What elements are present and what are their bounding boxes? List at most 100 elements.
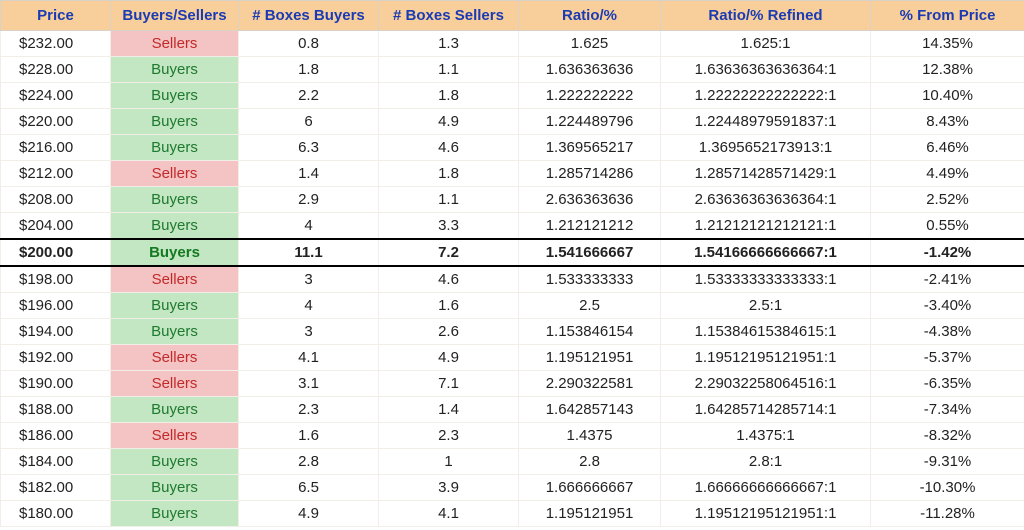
header-boxes-buyers[interactable]: # Boxes Buyers <box>239 1 379 31</box>
table-row[interactable]: $224.00Buyers2.21.81.2222222221.22222222… <box>1 83 1024 109</box>
cell-boxes-sellers: 1.6 <box>379 293 519 319</box>
header-buyers-sellers[interactable]: Buyers/Sellers <box>111 1 239 31</box>
cell-price: $196.00 <box>1 293 111 319</box>
header-boxes-sellers[interactable]: # Boxes Sellers <box>379 1 519 31</box>
cell-from-price: 12.38% <box>871 57 1024 83</box>
cell-ratio-refined: 1.66666666666667:1 <box>661 475 871 501</box>
cell-from-price: -4.38% <box>871 319 1024 345</box>
header-ratio-refined[interactable]: Ratio/% Refined <box>661 1 871 31</box>
cell-boxes-sellers: 1 <box>379 449 519 475</box>
cell-price: $200.00 <box>1 239 111 266</box>
cell-boxes-sellers: 2.6 <box>379 319 519 345</box>
cell-boxes-buyers: 3 <box>239 319 379 345</box>
cell-ratio-refined: 1.21212121212121:1 <box>661 213 871 240</box>
cell-ratio-refined: 1.22222222222222:1 <box>661 83 871 109</box>
cell-boxes-buyers: 6 <box>239 109 379 135</box>
cell-ratio: 1.636363636 <box>519 57 661 83</box>
table-row[interactable]: $216.00Buyers6.34.61.3695652171.36956521… <box>1 135 1024 161</box>
cell-boxes-sellers: 1.3 <box>379 31 519 57</box>
cell-ratio-refined: 1.4375:1 <box>661 423 871 449</box>
cell-price: $232.00 <box>1 31 111 57</box>
cell-side: Sellers <box>111 371 239 397</box>
table-row[interactable]: $232.00Sellers0.81.31.6251.625:114.35% <box>1 31 1024 57</box>
cell-ratio: 1.369565217 <box>519 135 661 161</box>
cell-from-price: 14.35% <box>871 31 1024 57</box>
cell-ratio-refined: 2.29032258064516:1 <box>661 371 871 397</box>
cell-boxes-sellers: 4.9 <box>379 109 519 135</box>
cell-ratio: 1.541666667 <box>519 239 661 266</box>
cell-ratio: 1.4375 <box>519 423 661 449</box>
cell-side: Sellers <box>111 31 239 57</box>
cell-ratio: 1.642857143 <box>519 397 661 423</box>
table-row[interactable]: $208.00Buyers2.91.12.6363636362.63636363… <box>1 187 1024 213</box>
price-table: Price Buyers/Sellers # Boxes Buyers # Bo… <box>0 0 1024 527</box>
cell-price: $180.00 <box>1 501 111 527</box>
cell-ratio: 1.224489796 <box>519 109 661 135</box>
cell-boxes-buyers: 6.5 <box>239 475 379 501</box>
cell-price: $184.00 <box>1 449 111 475</box>
table-row[interactable]: $182.00Buyers6.53.91.6666666671.66666666… <box>1 475 1024 501</box>
cell-boxes-buyers: 11.1 <box>239 239 379 266</box>
table-row[interactable]: $220.00Buyers64.91.2244897961.2244897959… <box>1 109 1024 135</box>
cell-boxes-buyers: 6.3 <box>239 135 379 161</box>
cell-from-price: -6.35% <box>871 371 1024 397</box>
cell-price: $228.00 <box>1 57 111 83</box>
cell-from-price: 4.49% <box>871 161 1024 187</box>
cell-side: Buyers <box>111 239 239 266</box>
cell-price: $198.00 <box>1 266 111 293</box>
table-row[interactable]: $186.00Sellers1.62.31.43751.4375:1-8.32% <box>1 423 1024 449</box>
cell-boxes-sellers: 3.3 <box>379 213 519 240</box>
cell-boxes-sellers: 4.6 <box>379 135 519 161</box>
table-row[interactable]: $194.00Buyers32.61.1538461541.1538461538… <box>1 319 1024 345</box>
cell-price: $192.00 <box>1 345 111 371</box>
cell-ratio-refined: 1.54166666666667:1 <box>661 239 871 266</box>
cell-ratio: 1.625 <box>519 31 661 57</box>
cell-price: $224.00 <box>1 83 111 109</box>
cell-boxes-buyers: 4.1 <box>239 345 379 371</box>
table-row[interactable]: $204.00Buyers43.31.2121212121.2121212121… <box>1 213 1024 240</box>
cell-from-price: -3.40% <box>871 293 1024 319</box>
cell-boxes-buyers: 2.9 <box>239 187 379 213</box>
table-row[interactable]: $196.00Buyers41.62.52.5:1-3.40% <box>1 293 1024 319</box>
cell-boxes-buyers: 4 <box>239 213 379 240</box>
cell-ratio: 1.153846154 <box>519 319 661 345</box>
table-row[interactable]: $188.00Buyers2.31.41.6428571431.64285714… <box>1 397 1024 423</box>
cell-ratio-refined: 1.53333333333333:1 <box>661 266 871 293</box>
table-row[interactable]: $184.00Buyers2.812.82.8:1-9.31% <box>1 449 1024 475</box>
table-row[interactable]: $200.00Buyers11.17.21.5416666671.5416666… <box>1 239 1024 266</box>
cell-ratio: 2.8 <box>519 449 661 475</box>
cell-ratio: 1.195121951 <box>519 501 661 527</box>
table-row[interactable]: $198.00Sellers34.61.5333333331.533333333… <box>1 266 1024 293</box>
cell-from-price: -7.34% <box>871 397 1024 423</box>
cell-side: Buyers <box>111 293 239 319</box>
cell-side: Buyers <box>111 109 239 135</box>
cell-from-price: 0.55% <box>871 213 1024 240</box>
cell-side: Sellers <box>111 161 239 187</box>
cell-boxes-buyers: 2.2 <box>239 83 379 109</box>
header-from-price[interactable]: % From Price <box>871 1 1024 31</box>
cell-ratio: 1.666666667 <box>519 475 661 501</box>
table-row[interactable]: $212.00Sellers1.41.81.2857142861.2857142… <box>1 161 1024 187</box>
table-header: Price Buyers/Sellers # Boxes Buyers # Bo… <box>1 1 1024 31</box>
cell-side: Buyers <box>111 57 239 83</box>
table-row[interactable]: $228.00Buyers1.81.11.6363636361.63636363… <box>1 57 1024 83</box>
table-row[interactable]: $192.00Sellers4.14.91.1951219511.1951219… <box>1 345 1024 371</box>
cell-boxes-sellers: 1.8 <box>379 83 519 109</box>
cell-ratio-refined: 2.5:1 <box>661 293 871 319</box>
cell-from-price: -9.31% <box>871 449 1024 475</box>
cell-boxes-sellers: 2.3 <box>379 423 519 449</box>
cell-from-price: 6.46% <box>871 135 1024 161</box>
cell-ratio-refined: 1.625:1 <box>661 31 871 57</box>
cell-ratio-refined: 1.19512195121951:1 <box>661 345 871 371</box>
header-price[interactable]: Price <box>1 1 111 31</box>
cell-boxes-buyers: 1.4 <box>239 161 379 187</box>
cell-ratio: 1.285714286 <box>519 161 661 187</box>
cell-boxes-buyers: 1.8 <box>239 57 379 83</box>
cell-boxes-buyers: 2.3 <box>239 397 379 423</box>
cell-boxes-buyers: 3.1 <box>239 371 379 397</box>
cell-from-price: 8.43% <box>871 109 1024 135</box>
table-row[interactable]: $190.00Sellers3.17.12.2903225812.2903225… <box>1 371 1024 397</box>
table-row[interactable]: $180.00Buyers4.94.11.1951219511.19512195… <box>1 501 1024 527</box>
header-ratio[interactable]: Ratio/% <box>519 1 661 31</box>
cell-from-price: -11.28% <box>871 501 1024 527</box>
